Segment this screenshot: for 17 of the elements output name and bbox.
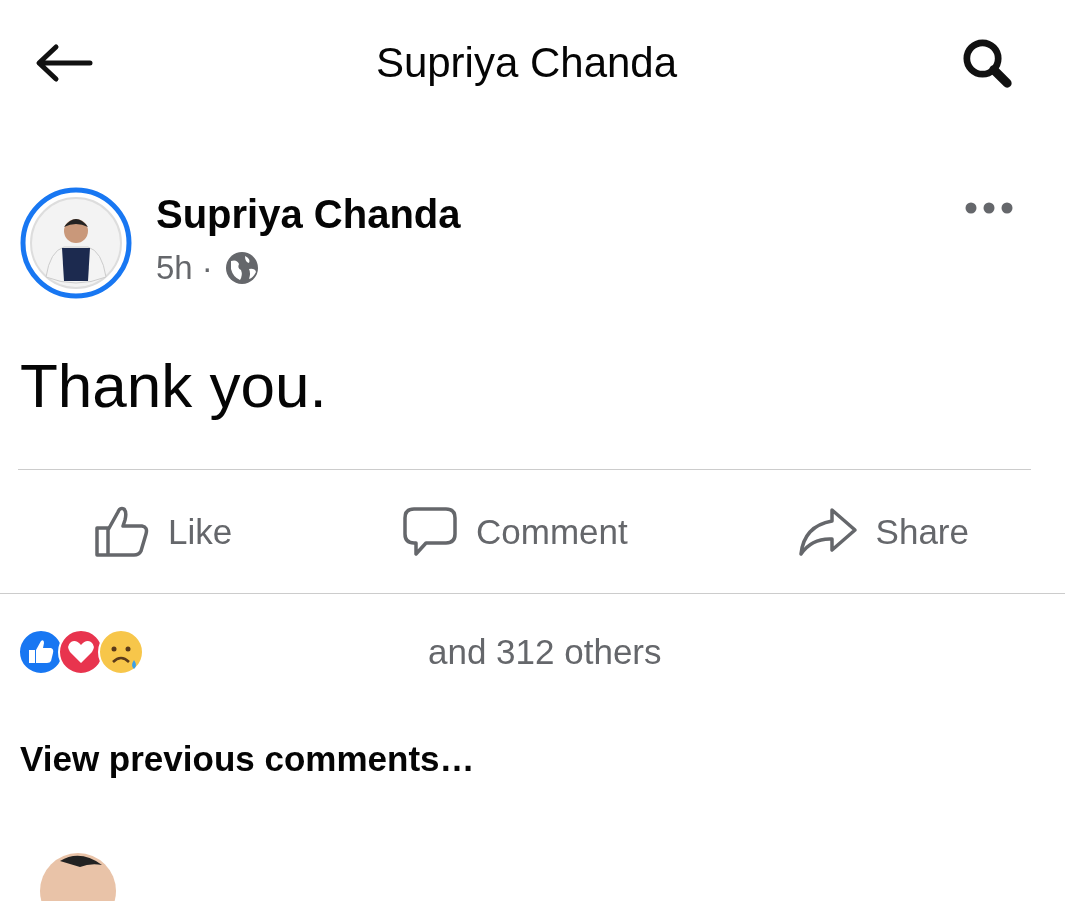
like-button[interactable]: Like (94, 505, 233, 558)
reaction-summary[interactable]: and 312 others (428, 632, 662, 673)
back-icon[interactable] (34, 43, 94, 83)
sad-reaction-icon (98, 629, 144, 676)
avatar[interactable] (20, 187, 132, 299)
speech-bubble-icon (402, 505, 459, 558)
share-button[interactable]: Share (797, 505, 969, 558)
author-name[interactable]: Supriya Chanda (156, 192, 965, 237)
comment-button[interactable]: Comment (402, 505, 628, 558)
post-text: Thank you. (20, 350, 328, 422)
post-time: 5h · (156, 249, 213, 287)
globe-icon[interactable] (224, 251, 259, 285)
share-arrow-icon (797, 505, 858, 558)
thumbs-up-icon (94, 505, 150, 558)
page-title: Supriya Chanda (375, 39, 678, 87)
view-previous-comments-link[interactable]: View previous comments… (20, 739, 1065, 780)
more-icon[interactable] (965, 202, 1013, 214)
